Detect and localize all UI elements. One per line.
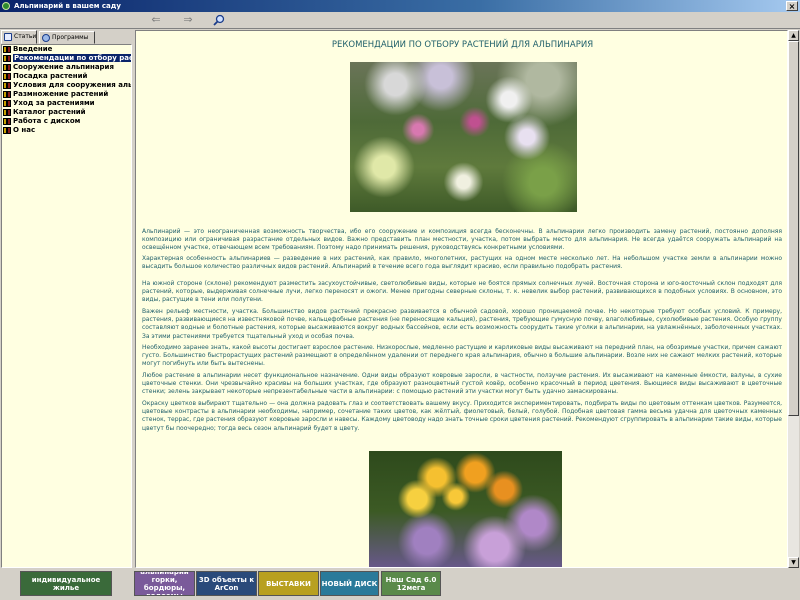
title-bar: Альпинарий в вашем саду × xyxy=(0,0,800,12)
article-paragraph: Необходимо заранее знать, какой высоты д… xyxy=(142,344,782,368)
tree-item-label: Рекомендации по отбору растений для альп… xyxy=(13,54,131,62)
tree-item-label: Введение xyxy=(13,45,53,53)
banner-link[interactable]: альпинарии горки, бордюры, водоемы xyxy=(134,571,195,596)
banner-bar: индивидуальное жилье альпинарии горки, бо… xyxy=(0,568,800,600)
scroll-down-button[interactable]: ▼ xyxy=(788,557,799,568)
scroll-thumb[interactable] xyxy=(788,41,799,416)
article-view[interactable]: РЕКОМЕНДАЦИИ ПО ОТБОРУ РАСТЕНИЙ ДЛЯ АЛЬП… xyxy=(135,30,788,568)
article-paragraph: Любое растение в альпинарии несет функци… xyxy=(142,372,782,396)
tree-item-label: Размножение растений xyxy=(13,90,109,98)
rock-garden-photo xyxy=(350,62,577,212)
book-icon xyxy=(3,55,11,62)
book-icon xyxy=(4,33,12,41)
toolbar: ⇐ ⇒ xyxy=(0,12,800,29)
window-title: Альпинарий в вашем саду xyxy=(14,2,121,10)
book-icon xyxy=(3,82,11,89)
magnifier-icon xyxy=(213,14,225,26)
tree-item-label: Каталог растений xyxy=(13,108,86,116)
article-paragraph: Альпинарий — это неограниченная возможно… xyxy=(142,228,782,252)
tree-item[interactable]: Рекомендации по отбору растений для альп… xyxy=(2,54,131,63)
forward-button[interactable]: ⇒ xyxy=(180,13,196,27)
app-icon xyxy=(2,2,10,10)
search-button[interactable] xyxy=(213,13,227,27)
book-icon xyxy=(3,91,11,98)
book-icon xyxy=(3,64,11,71)
tab-articles[interactable]: Статьи xyxy=(1,30,37,44)
tree-item[interactable]: Уход за растениями xyxy=(2,99,131,108)
flowers-photo xyxy=(369,451,562,567)
article-title: РЕКОМЕНДАЦИИ ПО ОТБОРУ РАСТЕНИЙ ДЛЯ АЛЬП… xyxy=(331,40,594,50)
article-paragraph: Характерная особенность альпинариев — ра… xyxy=(142,255,782,271)
book-icon xyxy=(3,46,11,53)
tab-programs-label: Программы xyxy=(52,34,89,41)
tree-item-label: О нас xyxy=(13,126,36,134)
banner-link[interactable]: 3D объекты к ArCon xyxy=(196,571,257,596)
disk-icon xyxy=(42,34,50,42)
book-icon xyxy=(3,127,11,134)
tree-item[interactable]: Каталог растений xyxy=(2,108,131,117)
book-icon xyxy=(3,109,11,116)
tree-item[interactable]: Работа с диском xyxy=(2,117,131,126)
tree-item[interactable]: О нас xyxy=(2,126,131,135)
tree-item-label: Сооружение альпинария xyxy=(13,63,114,71)
article-paragraph: Окраску цветков выбирают тщательно — она… xyxy=(142,400,782,432)
banner-link[interactable]: НОВЫЙ ДИСК xyxy=(320,571,379,596)
tree-item-label: Условия для сооружения альпинария xyxy=(13,81,131,89)
tree-item[interactable]: Сооружение альпинария xyxy=(2,63,131,72)
nav-tabs: Статьи Программы xyxy=(1,30,131,44)
article-paragraph: На южной стороне (склоне) рекомендуют ра… xyxy=(142,280,782,304)
book-icon xyxy=(3,100,11,107)
navigation-pane: Статьи Программы Введение Рекомендации по… xyxy=(0,30,133,568)
tree-item[interactable]: Размножение растений xyxy=(2,90,131,99)
banner-link[interactable]: ВЫСТАВКИ xyxy=(258,571,319,596)
tree-item-label: Посадка растений xyxy=(13,72,88,80)
scroll-up-button[interactable]: ▲ xyxy=(788,30,799,41)
book-icon xyxy=(3,73,11,80)
tab-articles-label: Статьи xyxy=(14,33,37,40)
tree-item[interactable]: Условия для сооружения альпинария xyxy=(2,81,131,90)
vertical-scrollbar[interactable]: ▲ ▼ xyxy=(788,30,799,568)
banner-link[interactable]: Наш Сад 6.0 12мега xyxy=(381,571,441,596)
tree-item[interactable]: Посадка растений xyxy=(2,72,131,81)
close-button[interactable]: × xyxy=(786,1,798,11)
article-tree[interactable]: ВведениеРекомендации по отбору растений … xyxy=(1,44,132,568)
article-paragraph: Важен рельеф местности, участка. Большин… xyxy=(142,308,782,340)
tab-programs[interactable]: Программы xyxy=(39,31,95,44)
book-icon xyxy=(3,118,11,125)
back-button[interactable]: ⇐ xyxy=(148,13,164,27)
tree-item-label: Уход за растениями xyxy=(13,99,95,107)
tree-item-label: Работа с диском xyxy=(13,117,81,125)
banner-link[interactable]: индивидуальное жилье xyxy=(20,571,112,596)
tree-item[interactable]: Введение xyxy=(2,45,131,54)
